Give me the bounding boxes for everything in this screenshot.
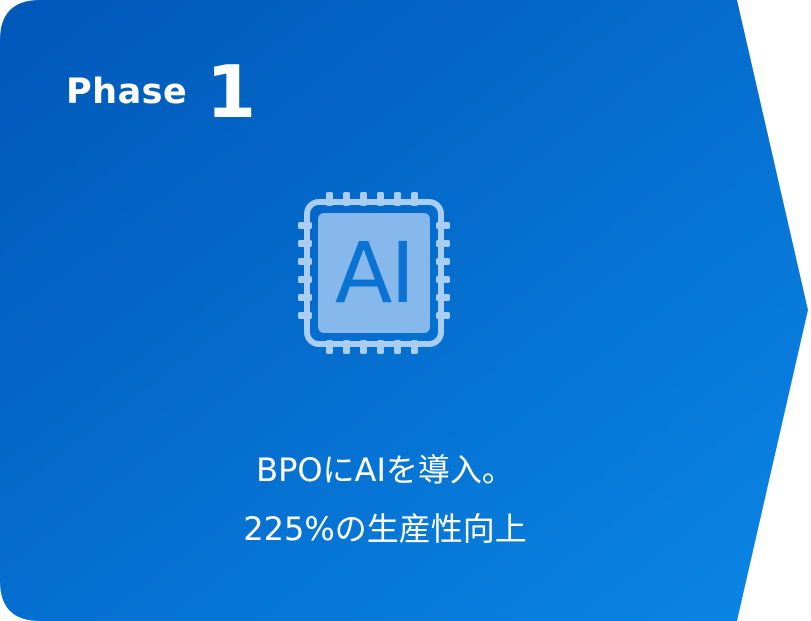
phase-label: Phase [66,72,188,112]
description-line-2: 225%の生産性向上 [243,510,527,548]
description-line-1: BPOにAIを導入。 [256,451,514,489]
phase-number: 1 [206,50,257,134]
ai-chip-label: AI [334,224,415,322]
phase-card: Phase 1 AI BPOにAIを導入。 225%の生産性向上 [0,0,811,621]
